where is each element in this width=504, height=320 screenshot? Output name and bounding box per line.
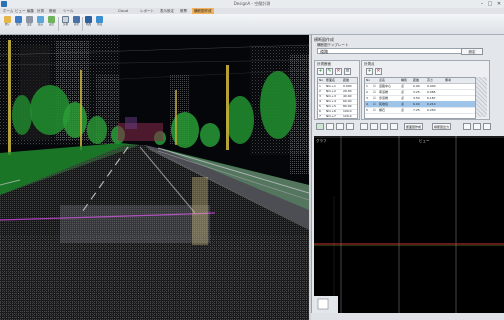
ribbon-section-button[interactable]: 断面 xyxy=(84,16,93,28)
cell: 7.25 xyxy=(413,108,420,112)
zoom-in-button[interactable] xyxy=(326,123,334,130)
measure-icon xyxy=(62,16,69,23)
play-button[interactable] xyxy=(316,123,324,130)
first-section-button[interactable] xyxy=(380,123,388,130)
profile-left-tab[interactable]: グラフ xyxy=(316,139,327,144)
cross-section-chart xyxy=(314,136,504,313)
cell: 縁石 xyxy=(379,108,386,112)
ribbon-create-button[interactable]: 作成 xyxy=(95,16,104,28)
cell: 7 xyxy=(319,114,321,118)
app-window: DesignA - 空間計測 – □ ✕ ホーム ビュー 編集 計測 断面 ツー… xyxy=(0,0,504,320)
table-row[interactable]: 5 ☑ 縁石 点 7.25 0.250 xyxy=(365,107,475,114)
ribbon-separator xyxy=(58,17,59,31)
cell: 点 xyxy=(401,108,405,112)
cell: 0.250 xyxy=(427,108,436,112)
ribbon-view-button[interactable]: 表示 xyxy=(72,16,81,28)
ribbon-open-button[interactable]: 開く xyxy=(3,16,12,28)
delete-point-button[interactable]: ✕ xyxy=(375,68,382,75)
ribbon-measure-label: 計測 xyxy=(62,23,68,26)
export-icon xyxy=(48,16,55,23)
zoom-out-button[interactable] xyxy=(336,123,344,130)
view-right-button[interactable] xyxy=(473,123,481,130)
edit-section-button[interactable]: ✎ xyxy=(326,68,333,75)
point-cloud-viewport[interactable] xyxy=(0,35,309,320)
maximize-button[interactable]: □ xyxy=(486,1,494,7)
template-apply-button[interactable]: 設定 xyxy=(461,48,483,55)
ribbon-export-label: 出力 xyxy=(48,23,54,26)
view-icon xyxy=(73,16,80,23)
save-icon xyxy=(15,16,22,23)
section-settings-button[interactable]: ≡ xyxy=(344,68,351,75)
cell: 5 xyxy=(366,108,368,112)
table-row[interactable]: 7 NO.+7 120.0 xyxy=(318,113,357,118)
point-list-group: 計測点 + ✕ No 点名 種別 距離 高さ 備考 1 ☑ 道路中心 点 0.0… xyxy=(361,60,490,120)
profile-right-tab[interactable]: ビュー xyxy=(419,139,430,144)
add-section-button[interactable]: + xyxy=(317,68,324,75)
cell: 120.0 xyxy=(343,114,352,118)
settings-icon xyxy=(26,16,33,23)
section-table: No 断面名 距離 1 NO.+1 0.000 2 NO.+2 20.00 3 … xyxy=(317,77,358,119)
ribbon-save-label: 保存 xyxy=(15,23,21,26)
ribbon-import-label: 読込 xyxy=(37,23,43,26)
ribbon-create-label: 作成 xyxy=(96,23,102,26)
ribbon-save-button[interactable]: 保存 xyxy=(14,16,23,28)
delete-section-button[interactable]: ✕ xyxy=(335,68,342,75)
create-section-button[interactable]: 断面図作成 xyxy=(404,123,424,130)
import-icon xyxy=(37,16,44,23)
close-button[interactable]: ✕ xyxy=(495,1,503,7)
cross-section-view[interactable]: グラフ ビュー xyxy=(314,136,504,313)
ribbon-settings-button[interactable]: 設定 xyxy=(25,16,34,28)
prev-section-button[interactable] xyxy=(360,123,368,130)
ribbon-section-label: 断面 xyxy=(85,23,91,26)
template-dropdown[interactable]: 道路 xyxy=(317,48,468,54)
section-list-group: 計測断面 + ✎ ✕ ≡ No 断面名 距離 1 NO.+1 0.000 2 N… xyxy=(314,60,360,120)
next-section-button[interactable] xyxy=(370,123,378,130)
minimize-button[interactable]: – xyxy=(478,1,486,7)
add-point-button[interactable]: + xyxy=(366,68,373,75)
ribbon-measure-button[interactable]: 計測 xyxy=(61,16,70,28)
ribbon-separator xyxy=(82,17,83,31)
ribbon-toolbar: 開く 保存 設定 読込 出力 計測 表示 断面 作成 xyxy=(0,14,504,35)
ribbon-export-button[interactable]: 出力 xyxy=(47,16,56,28)
section-list-title: 計測断面 xyxy=(317,62,331,66)
export-section-button[interactable]: 横断図出力 xyxy=(432,123,452,130)
status-bar xyxy=(311,313,504,320)
section-icon xyxy=(85,16,92,23)
point-cloud-scene xyxy=(0,35,309,320)
ribbon-import-button[interactable]: 読込 xyxy=(36,16,45,28)
point-list-title: 計測点 xyxy=(364,62,375,66)
side-panel-gap xyxy=(476,77,487,117)
window-title: DesignA - 空間計測 xyxy=(233,1,271,6)
create-icon xyxy=(96,16,103,23)
checkbox[interactable]: ☑ xyxy=(373,107,376,113)
ribbon-settings-label: 設定 xyxy=(26,23,32,26)
settings-button[interactable] xyxy=(483,123,491,130)
cell: NO.+7 xyxy=(326,114,336,118)
last-section-button[interactable] xyxy=(390,123,398,130)
ribbon-view-label: 表示 xyxy=(73,23,79,26)
ribbon-open-label: 開く xyxy=(4,23,10,26)
fit-button[interactable] xyxy=(346,123,354,130)
point-table: No 点名 種別 距離 高さ 備考 1 ☑ 道路中心 点 0.00 0.000 … xyxy=(364,77,476,119)
folder-icon xyxy=(4,16,11,23)
view-left-button[interactable] xyxy=(463,123,471,130)
